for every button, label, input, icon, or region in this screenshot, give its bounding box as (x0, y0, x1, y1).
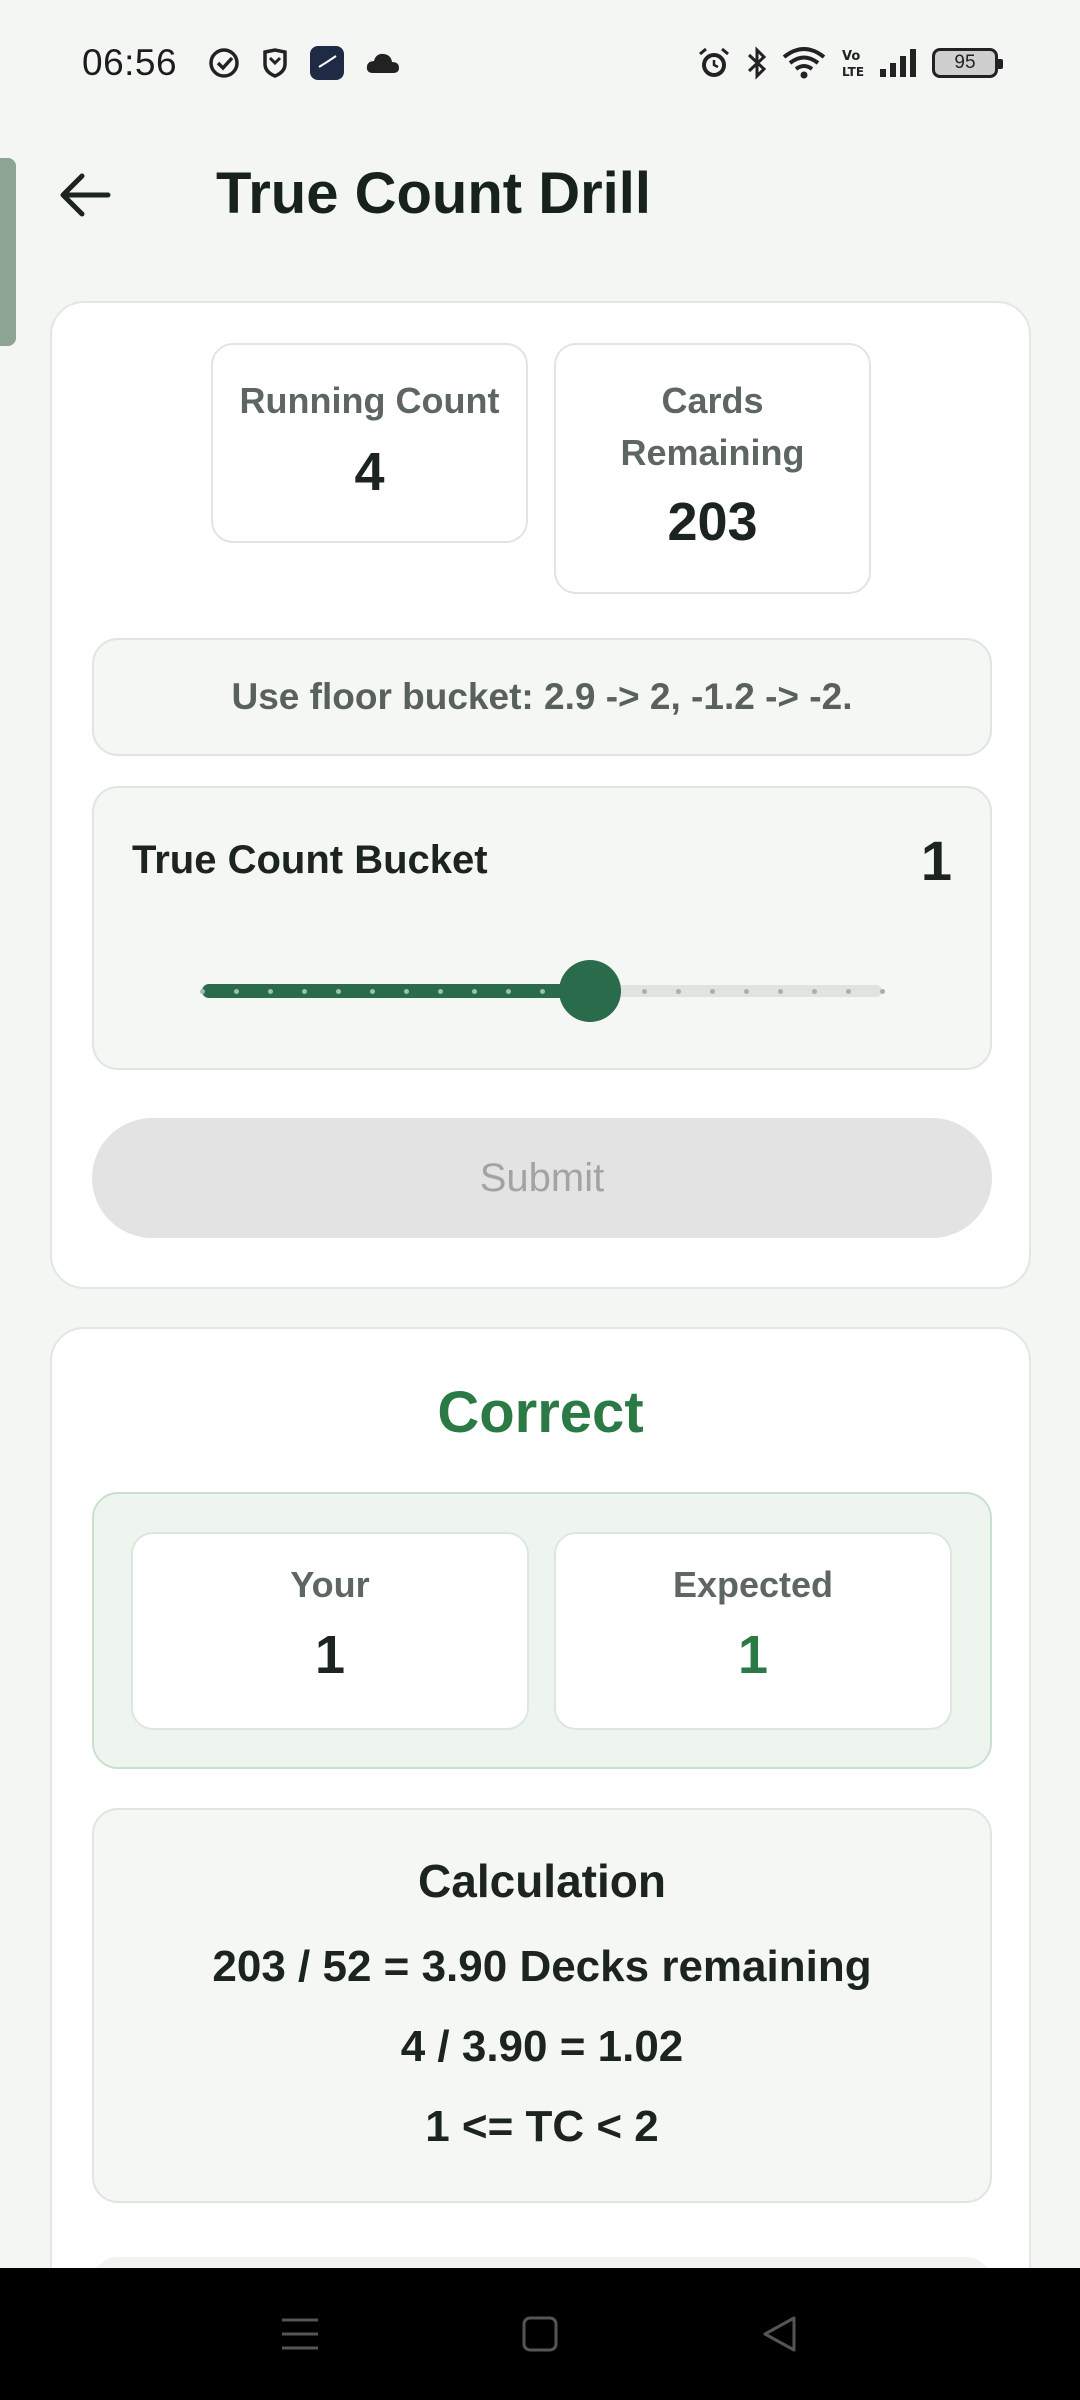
system-nav-bar (0, 2268, 1080, 2400)
home-icon (522, 2316, 558, 2352)
slider-tick (641, 989, 647, 994)
slider-tick (539, 989, 545, 994)
calculation-line-decks: 203 / 52 = 3.90 Decks remaining (212, 1942, 872, 1991)
battery-icon: 95 (932, 47, 1003, 78)
clock-app-icon (309, 45, 345, 81)
calculation-line-bucket: 1 <= TC < 2 (425, 2102, 659, 2151)
slider-tick (369, 989, 375, 994)
running-count-label: Running Count (239, 380, 500, 421)
your-answer-label: Your (290, 1564, 370, 1605)
app-header: True Count Drill (0, 130, 1080, 260)
slider-tick (437, 989, 443, 994)
slider-tick (777, 989, 783, 994)
your-answer-box: Your 1 (131, 1532, 529, 1730)
slider-tick (675, 989, 681, 994)
running-count-box: Running Count 4 (211, 343, 528, 543)
result-title: Correct (437, 1380, 644, 1445)
status-time: 06:56 (82, 41, 178, 83)
status-system-icons: Vo LTE 95 (696, 45, 1003, 81)
battery-level: 95 (954, 51, 976, 73)
bucket-value: 1 (920, 829, 952, 892)
alarm-icon (696, 45, 732, 81)
slider-tick (335, 989, 341, 994)
back-button[interactable] (50, 160, 120, 230)
slider-tick (199, 989, 205, 994)
slider-tick (811, 989, 817, 994)
cards-remaining-label-2: Remaining (620, 432, 805, 473)
recent-apps-button[interactable] (270, 2304, 330, 2364)
menu-icon (282, 2318, 318, 2350)
slider-tick (879, 989, 885, 994)
shield-icon (261, 47, 289, 78)
slider-fill (202, 984, 591, 998)
home-button[interactable] (510, 2304, 570, 2364)
calculation-title: Calculation (418, 1855, 666, 1907)
cards-remaining-value: 203 (667, 492, 758, 552)
volte-icon: Vo LTE (840, 46, 864, 80)
drill-card: Running Count 4 Cards Remaining 203 Use … (50, 301, 1031, 1289)
hint-box: Use floor bucket: 2.9 -> 2, -1.2 -> -2. (92, 638, 992, 756)
answer-compare-box: Your 1 Expected 1 (92, 1492, 992, 1769)
slider-tick (743, 989, 749, 994)
result-card: Correct Your 1 Expected 1 Calculation 20… (50, 1327, 1031, 2400)
svg-text:Vo: Vo (842, 49, 860, 64)
expected-answer-value: 1 (737, 1625, 769, 1685)
bluetooth-icon (746, 45, 768, 81)
status-bar: 06:56 Vo LTE 95 (0, 0, 1080, 125)
signal-icon (878, 47, 918, 79)
slider-tick (301, 989, 307, 994)
check-circle-icon (207, 46, 241, 80)
slider-tick (267, 989, 273, 994)
back-nav-button[interactable] (750, 2304, 810, 2364)
slider-tick (403, 989, 409, 994)
arrow-left-icon (60, 173, 111, 217)
back-triangle-icon (763, 2316, 796, 2352)
slider-tick (505, 989, 511, 994)
cards-remaining-box: Cards Remaining 203 (554, 343, 871, 594)
page-title: True Count Drill (216, 161, 651, 226)
svg-text:LTE: LTE (842, 65, 864, 79)
calculation-line-true-count: 4 / 3.90 = 1.02 (400, 2022, 684, 2071)
submit-button[interactable]: Submit (92, 1118, 992, 1238)
cloud-icon (365, 51, 401, 75)
slider-tick (471, 989, 477, 994)
bucket-label: True Count Bucket (132, 838, 488, 882)
expected-answer-label: Expected (672, 1564, 834, 1605)
slider-tick (845, 989, 851, 994)
cards-remaining-label-1: Cards (661, 380, 764, 421)
slider-tick (233, 989, 239, 994)
your-answer-value: 1 (314, 1625, 346, 1685)
status-notification-icons (207, 45, 401, 81)
calculation-box: Calculation 203 / 52 = 3.90 Decks remain… (92, 1808, 992, 2203)
running-count-value: 4 (354, 442, 385, 502)
true-count-slider[interactable] (199, 960, 885, 1022)
slider-tick (709, 989, 715, 994)
bucket-panel: True Count Bucket 1 (92, 786, 992, 1070)
wifi-icon (782, 46, 826, 80)
expected-answer-box: Expected 1 (554, 1532, 952, 1730)
slider-thumb[interactable] (559, 960, 622, 1022)
